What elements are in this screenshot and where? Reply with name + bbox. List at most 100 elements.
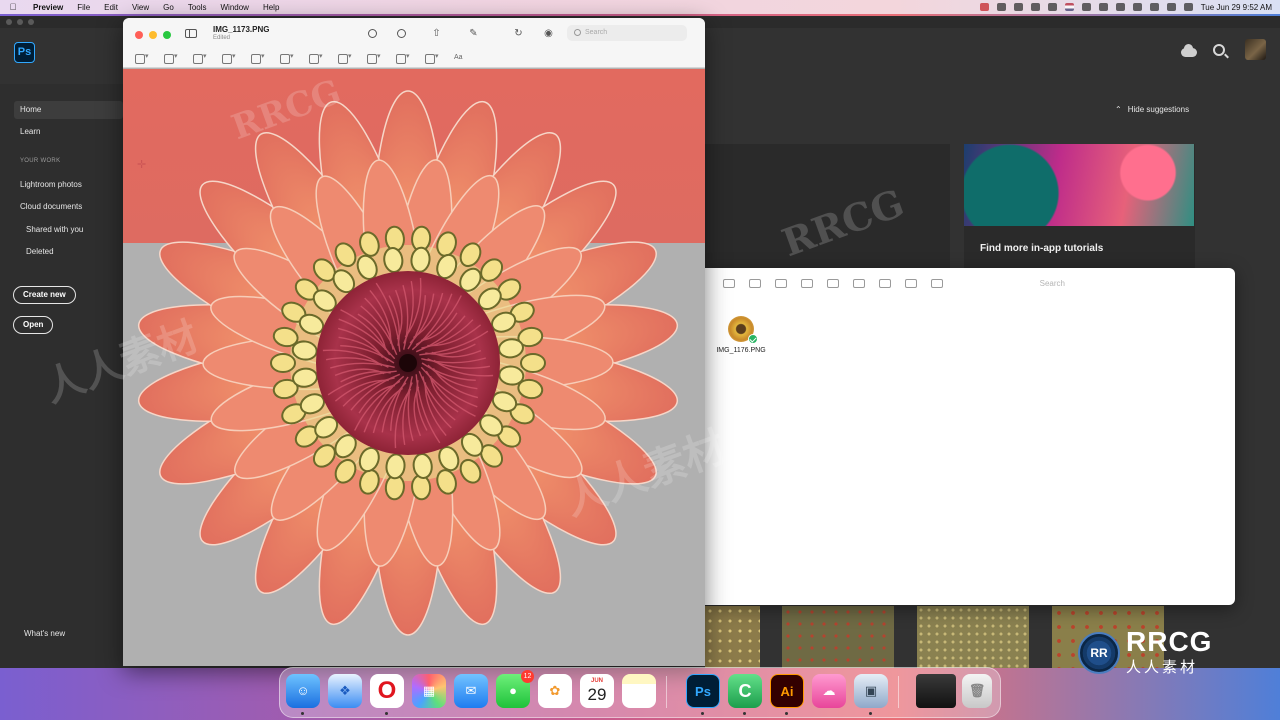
status-app-icon[interactable] [996, 3, 1006, 11]
recent-thumbnail[interactable] [917, 606, 1029, 668]
ps-zoom-button[interactable] [28, 19, 34, 25]
battery-icon[interactable] [1115, 3, 1125, 11]
menu-clock[interactable]: Tue Jun 29 9:52 AM [1201, 3, 1272, 12]
finder-icon[interactable]: ☺ [286, 674, 320, 708]
trash-icon[interactable]: 🗑 [962, 674, 992, 708]
shape-style-icon[interactable] [367, 52, 383, 64]
creative-cloud-icon[interactable] [1013, 3, 1023, 11]
recent-thumbnail[interactable] [705, 606, 760, 668]
avatar[interactable] [1245, 39, 1266, 60]
ps-close-button[interactable] [6, 19, 12, 25]
adjust-color-icon[interactable] [309, 52, 325, 64]
menu-help[interactable]: Help [256, 3, 286, 12]
menu-tools[interactable]: Tools [181, 3, 214, 12]
camtasia-icon[interactable]: C [728, 674, 762, 708]
instant-alpha-icon[interactable] [164, 52, 180, 64]
sidebar-item-deleted[interactable]: Deleted [20, 243, 129, 261]
zoom-in-icon[interactable] [397, 29, 406, 38]
bluetooth-icon[interactable] [1098, 3, 1108, 11]
crosshair-cursor-icon: ✛ [137, 159, 147, 171]
tutorial-card[interactable]: Find more in-app tutorials [964, 144, 1195, 268]
photos-icon[interactable]: ✿ [538, 674, 572, 708]
wifi-icon[interactable] [1132, 3, 1142, 11]
zoom-out-icon[interactable] [368, 29, 377, 38]
ps-minimize-button[interactable] [17, 19, 23, 25]
share-icon[interactable] [879, 278, 891, 288]
recording-icon[interactable] [979, 3, 989, 11]
calendar-icon[interactable]: JUN 29 [580, 674, 614, 708]
menu-file[interactable]: File [70, 3, 97, 12]
sidebar-item-lightroom[interactable]: Lightroom photos [14, 176, 123, 194]
dropbox-icon[interactable] [931, 278, 943, 288]
mail-icon[interactable]: ✉ [454, 674, 488, 708]
display-icon[interactable] [1047, 3, 1057, 11]
recent-thumbnail[interactable] [782, 606, 894, 668]
sign-icon[interactable] [280, 52, 296, 64]
text-tool-icon[interactable] [251, 52, 267, 64]
sidebar-item-learn[interactable]: Learn [14, 123, 123, 141]
input-source-flag-icon[interactable] [1064, 3, 1074, 11]
adjust-size-icon[interactable] [338, 52, 354, 64]
search-icon[interactable] [1213, 44, 1225, 56]
menu-window[interactable]: Window [214, 3, 256, 12]
sidebar-item-shared[interactable]: Shared with you [20, 221, 129, 239]
preview-dock-icon[interactable]: ▣ [854, 674, 888, 708]
apple-icon[interactable]:  [0, 2, 26, 12]
sidebar-item-cloud-documents[interactable]: Cloud documents [14, 198, 123, 216]
menu-edit[interactable]: Edit [97, 3, 125, 12]
share-icon[interactable]: ⇧ [431, 28, 442, 39]
sidebar-item-home[interactable]: Home [14, 101, 123, 119]
file-item[interactable]: IMG_1176.PNG [715, 316, 767, 354]
finder-search-input[interactable]: Search [1040, 279, 1065, 288]
open-button[interactable]: Open [13, 316, 54, 334]
running-indicator [301, 712, 304, 715]
column-view-icon[interactable] [775, 278, 787, 288]
preview-search-input[interactable]: Search [567, 25, 687, 41]
time-machine-icon[interactable] [1081, 3, 1091, 11]
notes-icon[interactable] [622, 674, 656, 708]
cleanmymac-icon[interactable]: ☁ [812, 674, 846, 708]
gallery-view-icon[interactable] [801, 278, 813, 288]
sketch-icon[interactable] [193, 52, 209, 64]
photoshop-dock-icon[interactable]: Ps [686, 674, 720, 708]
minimized-window-icon[interactable] [916, 674, 956, 708]
illustrator-dock-icon[interactable]: Ai [770, 674, 804, 708]
menu-go[interactable]: Go [156, 3, 181, 12]
tag-icon[interactable] [905, 278, 917, 288]
spotlight-icon[interactable] [1149, 3, 1159, 11]
control-center-icon[interactable] [1166, 3, 1176, 11]
window-controls [135, 31, 171, 39]
shapes-icon[interactable] [222, 52, 238, 64]
selection-tool-icon[interactable] [135, 52, 151, 64]
menu-app-preview[interactable]: Preview [26, 3, 70, 12]
pen-icon[interactable]: ✎ [468, 28, 479, 39]
sidebar-toggle-icon[interactable] [185, 29, 197, 38]
safari-icon[interactable]: ❖ [328, 674, 362, 708]
list-view-icon[interactable] [749, 278, 761, 288]
image-canvas[interactable]: ✛ [123, 69, 705, 666]
icon-view-icon[interactable] [723, 278, 735, 288]
launchpad-icon[interactable]: ▦ [412, 674, 446, 708]
rotate-icon[interactable]: ↻ [513, 28, 524, 39]
whats-new-link[interactable]: What's new [18, 625, 127, 643]
markup-icon[interactable]: ◉ [543, 28, 554, 39]
running-indicator [869, 712, 872, 715]
messages-icon[interactable]: ● 12 [496, 670, 534, 708]
siri-icon[interactable] [1183, 3, 1193, 11]
document-title[interactable]: IMG_1173.PNG [213, 25, 269, 34]
border-color-icon[interactable] [396, 52, 412, 64]
create-new-button[interactable]: Create new [13, 286, 76, 304]
fill-color-icon[interactable] [425, 52, 441, 64]
minimize-button[interactable] [149, 31, 157, 39]
drop-icon[interactable] [1030, 3, 1040, 11]
group-by-icon[interactable] [827, 278, 839, 288]
fullscreen-button[interactable] [163, 31, 171, 39]
action-icon[interactable] [853, 278, 865, 288]
text-style-button[interactable]: Aa [454, 54, 463, 63]
photoshop-logo[interactable]: Ps [14, 42, 35, 63]
hide-suggestions-button[interactable]: ⌃ Hide suggestions [1115, 105, 1189, 114]
cloud-icon[interactable] [1181, 44, 1197, 57]
menu-view[interactable]: View [125, 3, 156, 12]
opera-icon[interactable]: O [370, 674, 404, 708]
close-button[interactable] [135, 31, 143, 39]
